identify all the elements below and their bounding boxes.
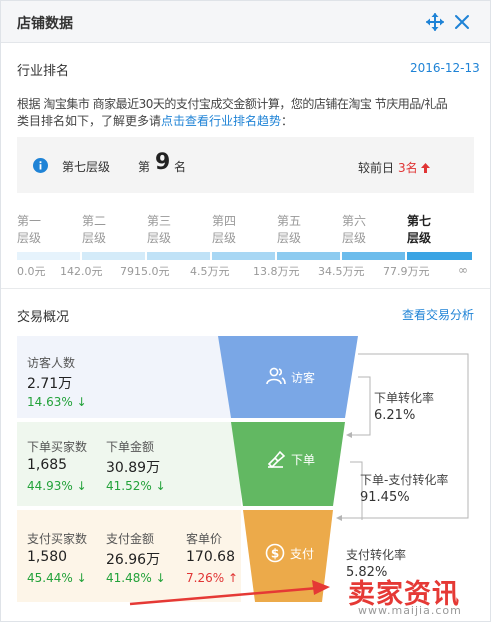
funnel-chart xyxy=(129,336,469,606)
funnel-visit-shape xyxy=(218,336,358,418)
funnel-order-shape xyxy=(231,422,345,506)
funnel-order-label: 下单 xyxy=(291,453,316,467)
order-pay-conversion-value: 91.45% xyxy=(360,490,410,505)
svg-text:$: $ xyxy=(271,547,279,561)
order-conversion-label: 下单转化率 xyxy=(374,391,435,405)
order-conversion-value: 6.21% xyxy=(374,408,416,423)
user-icon xyxy=(266,367,286,385)
watermark-url: www.maijia.com xyxy=(358,604,462,617)
pay-conversion-label: 支付转化率 xyxy=(346,548,407,562)
funnel-visit-label: 访客 xyxy=(291,371,316,385)
order-pay-conversion-label: 下单-支付转化率 xyxy=(360,473,449,487)
order-icon xyxy=(266,450,286,469)
payment-icon: $ xyxy=(265,543,285,563)
funnel-pay-label: 支付 xyxy=(290,547,315,561)
